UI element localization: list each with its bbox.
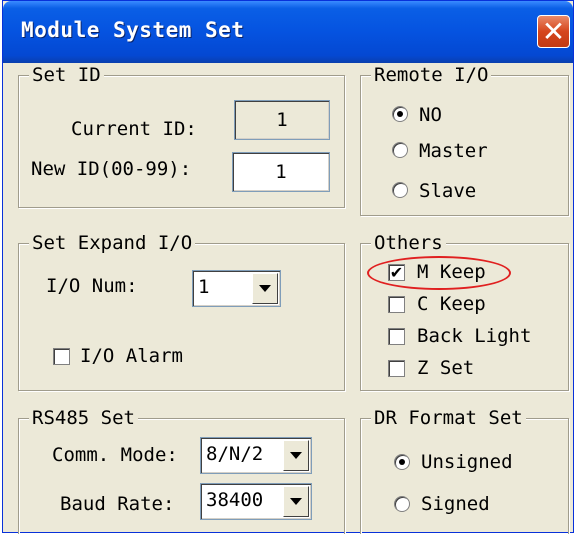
dr-unsigned-radio[interactable] (394, 454, 410, 470)
io-num-label: I/O Num: (46, 275, 138, 297)
rs485-group: RS485 Set Comm. Mode: 8/N/2 Baud Rate: 3… (18, 407, 345, 534)
current-id-value: 1 (276, 109, 288, 131)
dr-format-legend: DR Format Set (371, 407, 526, 429)
chevron-down-icon (290, 452, 302, 459)
z-set-checkbox[interactable] (388, 360, 405, 377)
current-id-label: Current ID: (71, 118, 197, 140)
back-light-label[interactable]: Back Light (417, 325, 531, 347)
z-set-label[interactable]: Z Set (417, 357, 474, 379)
io-num-select[interactable]: 1 (192, 270, 281, 307)
io-alarm-checkbox[interactable] (53, 348, 70, 365)
remote-io-slave-label[interactable]: Slave (419, 180, 476, 202)
rs485-legend: RS485 Set (29, 407, 138, 429)
remote-io-slave-radio[interactable] (392, 182, 408, 198)
remote-io-master-radio[interactable] (392, 142, 408, 158)
title-bar[interactable]: Module System Set ✕ (3, 1, 573, 63)
baud-rate-value: 38400 (206, 489, 264, 511)
remote-io-master-label[interactable]: Master (419, 140, 488, 162)
remote-io-group: Remote I/O NO Master Slave (360, 64, 569, 216)
comm-mode-select[interactable]: 8/N/2 (200, 437, 312, 474)
baud-rate-select[interactable]: 38400 (200, 483, 312, 520)
new-id-input[interactable]: 1 (232, 152, 330, 192)
dr-signed-radio[interactable] (394, 496, 410, 512)
dr-signed-label[interactable]: Signed (421, 493, 490, 515)
dr-format-group: DR Format Set Unsigned Signed (360, 407, 569, 534)
set-id-legend: Set ID (29, 64, 104, 86)
io-num-dropdown-button[interactable] (252, 273, 278, 304)
close-button[interactable]: ✕ (537, 15, 570, 48)
current-id-field: 1 (234, 100, 330, 140)
comm-mode-dropdown-button[interactable] (283, 440, 309, 471)
c-keep-label[interactable]: C Keep (417, 293, 486, 315)
baud-rate-label: Baud Rate: (60, 493, 175, 515)
io-alarm-label[interactable]: I/O Alarm (80, 345, 183, 367)
expand-io-legend: Set Expand I/O (29, 232, 196, 254)
new-id-label: New ID(00-99): (31, 158, 192, 180)
new-id-value: 1 (275, 161, 287, 183)
chevron-down-icon (290, 498, 302, 505)
window-title: Module System Set (21, 18, 245, 42)
io-num-value: 1 (198, 276, 210, 298)
close-icon: ✕ (541, 14, 566, 48)
comm-mode-value: 8/N/2 (206, 443, 264, 465)
c-keep-checkbox[interactable] (388, 296, 405, 313)
module-system-set-dialog: Module System Set ✕ Set ID Current ID: 1… (2, 0, 574, 534)
remote-io-legend: Remote I/O (371, 64, 492, 86)
m-keep-highlight-annotation (367, 256, 511, 290)
remote-io-no-radio[interactable] (392, 106, 408, 122)
set-id-group: Set ID Current ID: 1 New ID(00-99): 1 (18, 64, 345, 208)
radio-selected-dot (397, 111, 403, 117)
baud-rate-dropdown-button[interactable] (283, 486, 309, 517)
expand-io-group: Set Expand I/O I/O Num: 1 I/O Alarm (18, 232, 345, 391)
dr-unsigned-label[interactable]: Unsigned (421, 451, 513, 473)
comm-mode-label: Comm. Mode: (52, 444, 178, 466)
others-legend: Others (371, 232, 446, 254)
radio-selected-dot (399, 459, 405, 465)
chevron-down-icon (259, 285, 271, 292)
remote-io-no-label[interactable]: NO (419, 104, 442, 126)
back-light-checkbox[interactable] (388, 328, 405, 345)
